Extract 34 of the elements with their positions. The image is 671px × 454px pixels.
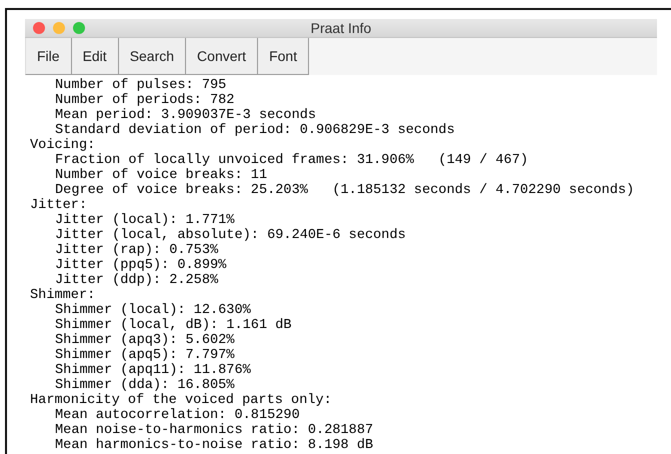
info-line: Mean period: 3.909037E-3 seconds [54,108,318,123]
menu-button[interactable]: Convert [186,38,258,75]
menu-button[interactable]: Search [118,38,186,75]
info-line: Number of periods: 782 [54,93,236,108]
info-line: Jitter (rap): 0.753% [54,243,220,258]
info-line: Number of pulses: 795 [54,78,228,93]
info-line: Degree of voice breaks: 25.203% (1.185132 seconds / 4.702290 seconds) [54,183,636,198]
section-heading: Voicing: [30,138,96,153]
info-line: Shimmer (local, dB): 1.161 dB [54,318,293,333]
info-line: Mean harmonics-to-noise ratio: 8.198 dB [54,438,374,453]
section-heading: Jitter: [30,198,88,213]
info-line: Shimmer (apq11): 11.876% [54,363,252,378]
info-line: Number of voice breaks: 11 [54,168,268,183]
info-line: Standard deviation of period: 0.906829E-3 seconds [54,123,456,138]
info-line: Shimmer (local): 12.630% [54,303,252,318]
menu-button[interactable]: File [25,38,72,75]
section-heading: Harmonicity of the voiced parts only: [30,393,333,408]
info-line: Jitter (local): 1.771% [54,213,236,228]
info-line: Fraction of locally unvoiced frames: 31.906% (149 / 467) [54,153,530,168]
info-line: Shimmer (apq3): 5.602% [54,333,236,348]
info-line: Mean noise-to-harmonics ratio: 0.281887 [54,423,374,438]
menu-button[interactable]: Font [258,38,310,75]
info-line: Shimmer (apq5): 7.797% [54,348,236,363]
info-line: Jitter (ddp): 2.258% [54,273,220,288]
zoom-icon[interactable] [73,22,85,34]
window-title: Praat Info [310,20,372,36]
info-line: Mean autocorrelation: 0.815290 [54,408,301,423]
info-line: Jitter (ppq5): 0.899% [54,258,228,273]
info-line: Shimmer (dda): 16.805% [54,378,236,393]
info-line: Jitter (local, absolute): 69.240E-6 seconds [54,228,407,243]
minimize-icon[interactable] [53,22,65,34]
close-icon[interactable] [33,22,45,34]
menu-button[interactable]: Edit [72,38,119,75]
section-heading: Shimmer: [30,288,96,303]
